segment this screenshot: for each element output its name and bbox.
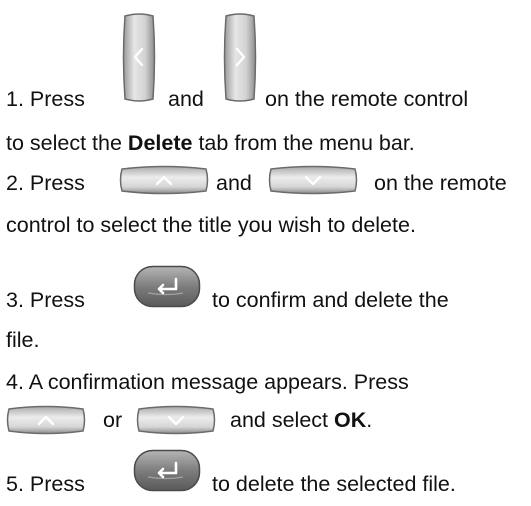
delete-tab-label: Delete: [127, 131, 193, 155]
step-3-press-text: 3. Press: [6, 288, 85, 312]
step-4-line-1: 4. A confirmation message appears. Press: [6, 369, 409, 395]
step-2-and-wrap: and: [216, 170, 252, 196]
step-3-confirm-text: to confirm and delete the: [212, 288, 449, 312]
up-arrow-button-icon: [6, 405, 86, 435]
step-2-and-text: and: [216, 171, 252, 195]
step-1-menu-bar-text: tab from the menu bar.: [198, 131, 415, 155]
down-arrow-button-icon: [268, 165, 358, 195]
step-3-file-text: file.: [6, 328, 40, 352]
step-4-tail-wrap: and select OK.: [230, 407, 372, 433]
step-5-delete-text: to delete the selected file.: [212, 472, 456, 496]
step-2-on-remote-text: on the remote: [374, 171, 507, 195]
left-arrow-button-icon: [120, 12, 158, 103]
step-3-tail-wrap: to confirm and delete the: [212, 287, 449, 313]
step-5-press-wrap: 5. Press: [6, 471, 85, 497]
step-1-select-text: to select the: [6, 131, 122, 155]
step-1-line-1: 1. Press: [6, 86, 85, 112]
step-1-tail-text-wrap: on the remote control: [265, 86, 468, 112]
step-1-line-2: to select the Delete tab from the menu b…: [6, 130, 415, 156]
step-3-press-wrap: 3. Press: [6, 287, 85, 313]
step-2-select-title-text: control to select the title you wish to …: [6, 213, 416, 237]
step-2-line-2: control to select the title you wish to …: [6, 212, 416, 238]
step-2-tail-wrap: on the remote: [374, 170, 507, 196]
up-arrow-button-icon: [119, 165, 209, 195]
step-4-or-wrap: or: [103, 407, 122, 433]
step-4-or-text: or: [103, 408, 123, 432]
step-4-select-text: and select: [230, 408, 329, 432]
step-4-period: .: [366, 408, 373, 432]
step-4-message-text: 4. A confirmation message appears. Press: [6, 370, 409, 394]
step-1-and-text: and: [168, 87, 204, 111]
enter-button-icon: [133, 449, 201, 492]
down-arrow-button-icon: [136, 405, 216, 435]
enter-button-icon: [133, 265, 201, 308]
right-arrow-button-icon: [221, 12, 259, 103]
step-2-press-wrap: 2. Press: [6, 170, 85, 196]
step-1-press-text: 1. Press: [6, 87, 85, 111]
step-5-tail-wrap: to delete the selected file.: [212, 471, 456, 497]
step-3-line-2: file.: [6, 327, 39, 353]
step-5-press-text: 5. Press: [6, 472, 85, 496]
step-1-and-text-wrap: and: [168, 86, 204, 112]
ok-label: OK: [334, 408, 367, 432]
step-1-on-remote-text: on the remote control: [265, 87, 469, 111]
step-2-press-text: 2. Press: [6, 171, 85, 195]
